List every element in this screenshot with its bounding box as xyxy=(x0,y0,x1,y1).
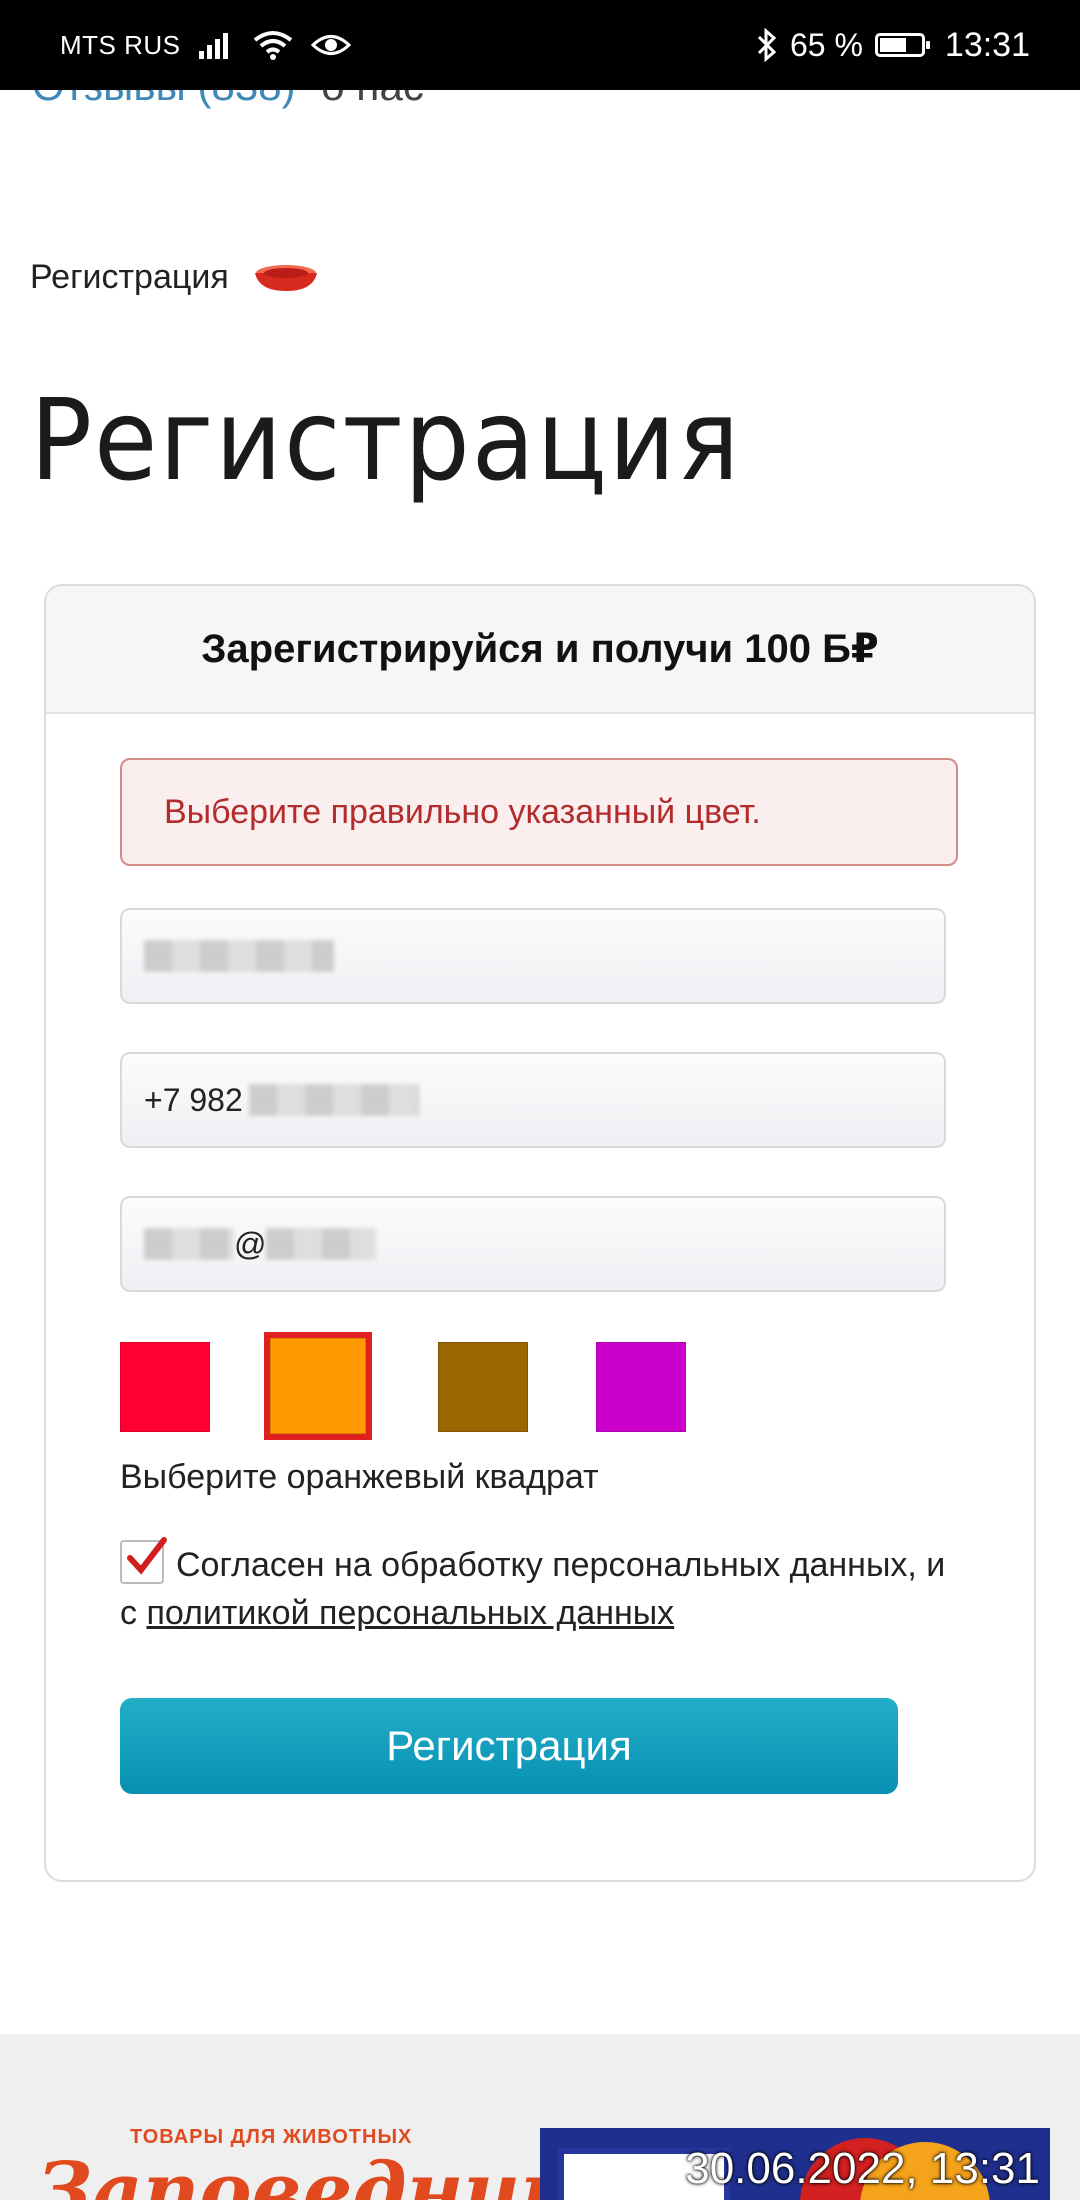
redacted-value xyxy=(144,940,334,972)
redacted-value xyxy=(248,1084,419,1116)
screenshot-timestamp: 30.06.2022, 13:31 xyxy=(685,2144,1040,2193)
eye-icon xyxy=(310,35,351,55)
battery-percent: 65 % xyxy=(789,26,863,63)
signal-icon xyxy=(198,33,228,59)
error-alert: Выберите правильно указанный цвет. xyxy=(120,758,958,866)
status-bar-right: 65 % 13:31 xyxy=(756,0,1030,90)
error-message: Выберите правильно указанный цвет. xyxy=(164,792,761,831)
color-swatch-brown[interactable] xyxy=(438,1342,528,1432)
name-field[interactable] xyxy=(120,908,946,1004)
brand-logo[interactable]: Заповедник xyxy=(36,2146,573,2200)
consent-row: Согласен на обработку персональных данны… xyxy=(120,1537,950,1637)
clock: 13:31 xyxy=(944,25,1030,64)
card-title: Зарегистрируйся и получи 100 Б₽ xyxy=(201,627,879,671)
captcha-instruction: Выберите оранжевый квадрат xyxy=(120,1458,599,1496)
status-bar: MTS RUS 65 % 13:31 xyxy=(0,0,1080,90)
battery-level xyxy=(879,38,906,52)
email-value: @ xyxy=(234,1225,267,1262)
status-bar-left: MTS RUS xyxy=(60,0,351,90)
consent-checkbox[interactable] xyxy=(120,1537,167,1584)
wifi-icon xyxy=(253,31,292,60)
redacted-value xyxy=(266,1228,377,1260)
breadcrumb-item[interactable]: Регистрация xyxy=(30,258,229,297)
phone-value: +7 982 xyxy=(144,1081,243,1118)
register-button[interactable]: Регистрация xyxy=(120,1698,898,1794)
checkmark-icon xyxy=(127,1537,167,1575)
color-swatch-orange[interactable] xyxy=(264,1332,372,1440)
registration-card: Зарегистрируйся и получи 100 Б₽ Выберите… xyxy=(44,584,1036,1882)
color-swatch-magenta[interactable] xyxy=(596,1342,686,1432)
battery-icon xyxy=(874,33,930,57)
redacted-value xyxy=(144,1228,234,1260)
page-title: Регистрация xyxy=(30,376,742,506)
bluetooth-icon xyxy=(757,28,777,62)
pet-bowl-icon xyxy=(254,264,317,291)
breadcrumb: Регистрация xyxy=(30,258,323,297)
email-field[interactable]: @ xyxy=(120,1196,946,1292)
phone-field[interactable]: +7 982 xyxy=(120,1052,946,1148)
color-swatch-red[interactable] xyxy=(120,1342,210,1432)
privacy-policy-link[interactable]: политикой персональных данных xyxy=(146,1594,674,1632)
card-header: Зарегистрируйся и получи 100 Б₽ xyxy=(46,586,1034,714)
carrier-label: MTS RUS xyxy=(60,29,181,60)
